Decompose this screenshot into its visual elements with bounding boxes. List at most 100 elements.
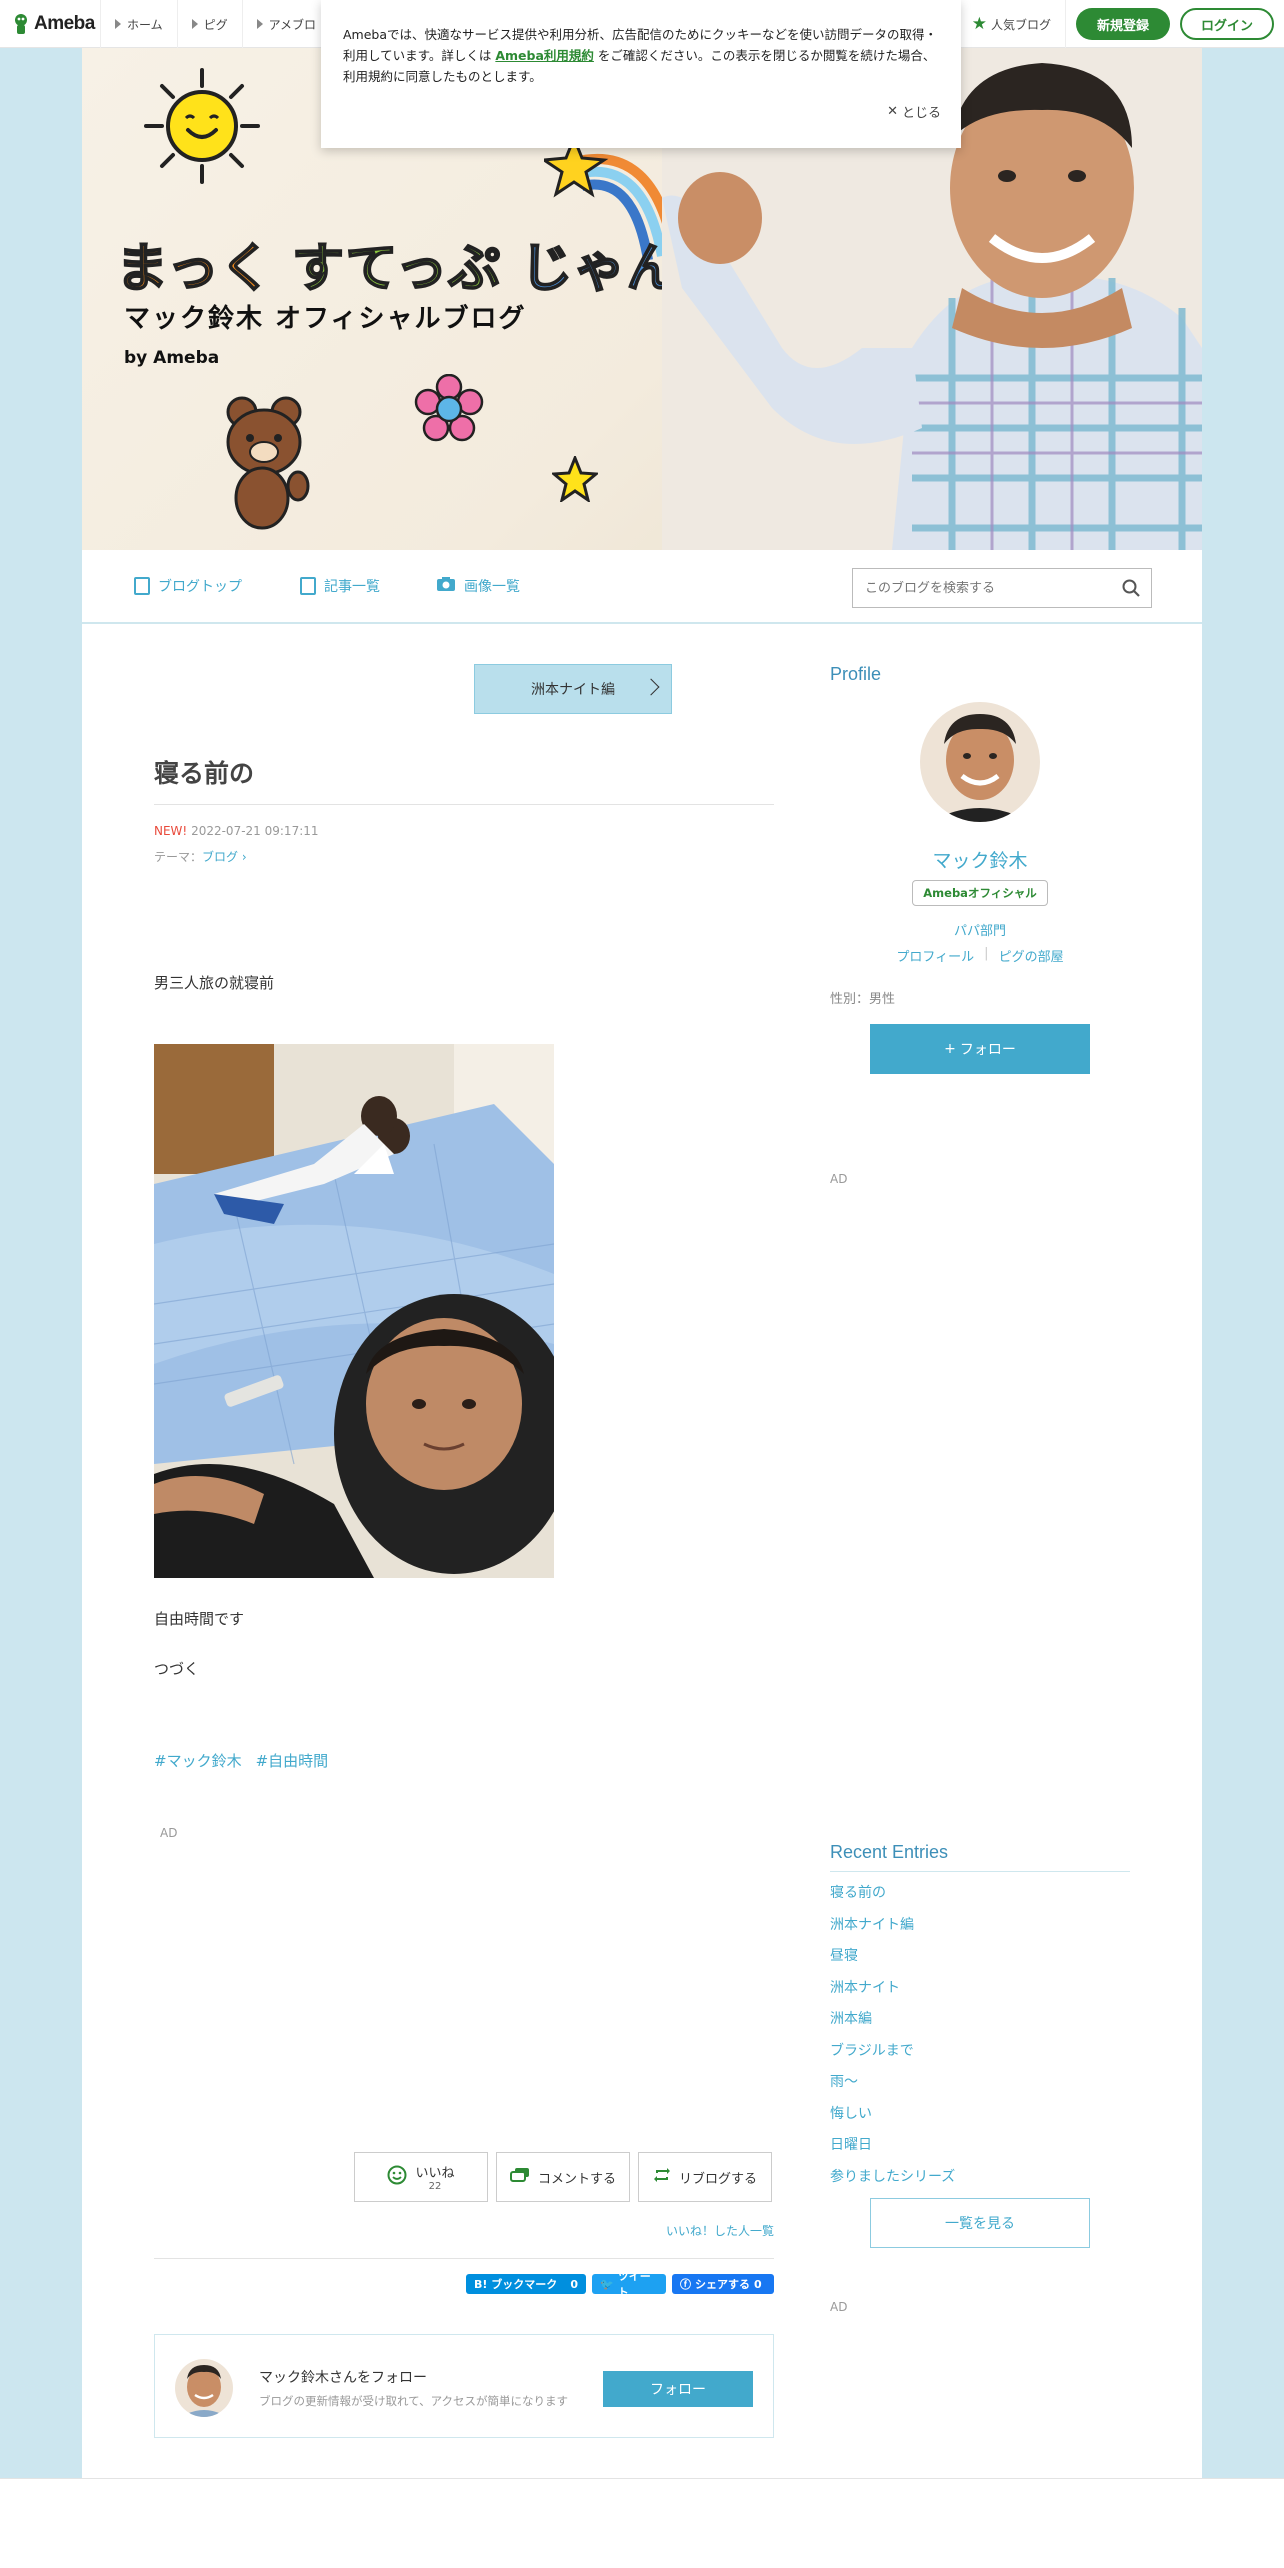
avatar[interactable] [175, 2359, 233, 2417]
profile-links: プロフィール | ピグの部屋 [830, 946, 1130, 965]
facebook-share-button[interactable]: ⓕ シェアする 0 [672, 2274, 774, 2294]
small-star-illustration [552, 456, 598, 502]
reaction-buttons: いいね 22 コメントする リブログする [354, 2152, 772, 2202]
profile-genre-link[interactable]: パパ部門 [830, 920, 1130, 939]
ameba-logo-icon [12, 12, 30, 36]
ameba-logo[interactable]: Ameba [12, 12, 95, 36]
pigg-room-link[interactable]: ピグの部屋 [999, 946, 1064, 965]
caret-right-icon [256, 19, 263, 29]
chevron-right-icon [642, 678, 660, 696]
comment-button[interactable]: コメントする [496, 2152, 630, 2202]
search-icon[interactable] [1111, 579, 1151, 597]
star-icon: ★ [971, 14, 987, 34]
global-nav-home[interactable]: ホーム [100, 0, 177, 48]
tweet-button[interactable]: 🐦 ツイート [592, 2270, 666, 2299]
chevron-right-icon: › [238, 850, 247, 864]
profile-avatar[interactable] [920, 702, 1040, 822]
like-count: 22 [428, 2181, 442, 2192]
facebook-icon: ⓕ [680, 2278, 691, 2291]
cookie-notice-text: Amebaでは、快適なサービス提供や利用分析、広告配信のためにクッキーなどを使い… [343, 27, 938, 84]
ad-label: AD [830, 2300, 848, 2314]
global-nav: ホーム ピグ アメブロ [100, 0, 330, 48]
ad-label: AD [830, 1172, 848, 1186]
hashtag-list: #マック鈴木 #自由時間 [154, 1750, 328, 1771]
twitter-icon: 🐦 [600, 2277, 614, 2291]
sun-illustration [144, 68, 260, 184]
caret-right-icon [191, 19, 198, 29]
profile-name[interactable]: マック鈴木 [830, 846, 1130, 873]
register-button[interactable]: 新規登録 [1076, 8, 1170, 40]
follow-description: ブログの更新情報が受け取れて、アクセスが簡単になります [259, 2394, 569, 2408]
page-footer-strip [0, 2478, 1284, 2568]
entry-theme: テーマ：ブログ › [154, 850, 247, 864]
caret-right-icon [115, 19, 121, 29]
blog-nav: ブログトップ 記事一覧 画像一覧 [82, 550, 1202, 624]
hatena-bookmark-button[interactable]: B! ブックマーク 0 [466, 2274, 586, 2294]
share-buttons: B! ブックマーク 0 🐦 ツイート ⓕ シェアする 0 [466, 2270, 774, 2299]
blog-page: まっく すてっぷ じゃんぷ マック鈴木 オフィシャルブログ by Ameba ブ… [82, 48, 1202, 2518]
terms-link[interactable]: Ameba利用規約 [495, 48, 594, 63]
reblog-icon [653, 2167, 671, 2187]
follow-title: マック鈴木さんをフォロー [259, 2370, 427, 2386]
theme-link[interactable]: ブログ [202, 850, 238, 864]
blog-top-link[interactable]: ブログトップ [134, 576, 242, 596]
header-actions: ★ 人気ブログ 新規登録 ログイン [972, 0, 1274, 48]
copy-icon [300, 577, 316, 595]
camera-icon [436, 576, 456, 596]
recent-entry-link[interactable]: 日曜日 [830, 2134, 955, 2166]
recent-entries-heading: Recent Entries [830, 1842, 1130, 1872]
follow-box: マック鈴木さんをフォロー ブログの更新情報が受け取れて、アクセスが簡単になります… [154, 2334, 774, 2438]
image-list-link[interactable]: 画像一覧 [436, 576, 520, 596]
entry-title[interactable]: 寝る前の [154, 754, 254, 790]
close-icon: ✕ [887, 104, 898, 119]
entry-list-link[interactable]: 記事一覧 [300, 576, 380, 596]
recent-entry-link[interactable]: 洲本ナイト [830, 1977, 955, 2009]
prev-entry-tag[interactable]: 洲本ナイト編 [474, 664, 672, 714]
follow-button[interactable]: フォロー [603, 2371, 753, 2407]
liked-users-link[interactable]: いいね！した人一覧 [666, 2222, 774, 2239]
blog-title-art: まっく すてっぷ じゃんぷ [115, 238, 733, 300]
hashtag-link[interactable]: #自由時間 [256, 1750, 329, 1771]
smile-icon [387, 2165, 407, 2189]
comment-icon [509, 2167, 530, 2187]
recent-entry-link[interactable]: 洲本ナイト編 [830, 1914, 955, 1946]
global-nav-pigg[interactable]: ピグ [176, 0, 242, 48]
separator: | [984, 946, 989, 961]
recent-entry-link[interactable]: 寝る前の [830, 1882, 955, 1914]
ad-label: AD [160, 1826, 178, 1840]
cookie-notice: Amebaでは、快適なサービス提供や利用分析、広告配信のためにクッキーなどを使い… [321, 0, 961, 148]
sidebar-follow-button[interactable]: + フォロー [870, 1024, 1090, 1074]
entry-paragraph: つづく [154, 1660, 200, 1678]
profile-gender: 性別：男性 [830, 992, 896, 1007]
recent-entry-link[interactable]: ブラジルまで [830, 2040, 955, 2072]
divider [154, 804, 774, 805]
flower-illustration [414, 374, 484, 442]
hashtag-link[interactable]: #マック鈴木 [154, 1750, 242, 1771]
like-button[interactable]: いいね 22 [354, 2152, 488, 2202]
recent-entries-list: 寝る前の 洲本ナイト編 昼寝 洲本ナイト 洲本編 ブラジルまで 雨〜 悔しい 日… [830, 1882, 955, 2197]
blog-search-input[interactable] [853, 580, 1111, 596]
recent-entry-link[interactable]: 参りましたシリーズ [830, 2166, 955, 2198]
login-button[interactable]: ログイン [1180, 8, 1274, 40]
profile-link[interactable]: プロフィール [896, 946, 974, 965]
by-ameba: by Ameba [124, 348, 220, 368]
entry-paragraph: 自由時間です [154, 1610, 245, 1628]
popular-blogs-link[interactable]: ★ 人気ブログ [972, 0, 1066, 48]
global-nav-ameblo[interactable]: アメブロ [241, 0, 330, 48]
see-all-entries-button[interactable]: 一覧を見る [870, 2198, 1090, 2248]
recent-entry-link[interactable]: 雨〜 [830, 2071, 955, 2103]
recent-entry-link[interactable]: 洲本編 [830, 2008, 955, 2040]
divider [154, 2258, 774, 2259]
cookie-close-button[interactable]: ✕ とじる [887, 102, 941, 121]
profile-heading: Profile [830, 664, 882, 684]
entry-paragraph: 男三人旅の就寝前 [154, 974, 275, 992]
blog-name: マック鈴木 オフィシャルブログ [124, 304, 527, 334]
recent-entry-link[interactable]: 悔しい [830, 2103, 955, 2135]
new-badge: NEW! [154, 824, 188, 838]
bear-illustration [226, 396, 310, 530]
entry-date: NEW! 2022-07-21 09:17:11 [154, 824, 319, 838]
recent-entry-link[interactable]: 昼寝 [830, 1945, 955, 1977]
document-icon [134, 577, 150, 595]
entry-photo[interactable] [154, 1044, 554, 1578]
reblog-button[interactable]: リブログする [638, 2152, 772, 2202]
